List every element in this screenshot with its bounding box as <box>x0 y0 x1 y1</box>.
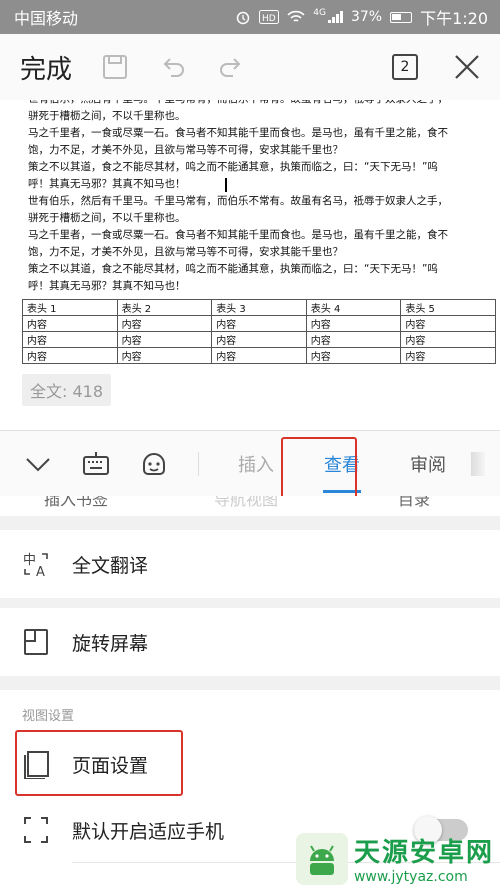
section-label-view-settings: 视图设置 <box>22 709 75 724</box>
translate-icon: 中A <box>20 548 52 580</box>
table-cell: 内容 <box>22 347 118 364</box>
done-button[interactable]: 完成 <box>20 49 72 86</box>
status-icons: HD 4G 37% 下午1:20 <box>235 5 488 29</box>
doc-line: 饱，力不足，才美不外见，且欲与常马等不可得，安求其能千里也？ <box>28 246 343 258</box>
page-setup-highlight <box>15 730 183 796</box>
doc-line: 策之不以其道，食之不能尽其材，鸣之而不能通其意，执策而临之，曰：“天下无马！”呜 <box>28 161 438 173</box>
android-logo-icon <box>295 832 348 885</box>
table-header-cell: 表头 4 <box>305 299 402 316</box>
menu-item-translate[interactable]: 中A 全文翻译 <box>0 530 500 598</box>
doc-line: 骈死于槽枥之间，不以千里称也。 <box>28 212 186 224</box>
table-cell: 内容 <box>211 315 307 332</box>
network-type: 4G <box>313 8 326 18</box>
wifi-icon <box>287 10 305 22</box>
table-cell: 内容 <box>116 347 213 364</box>
doc-line: 世有伯乐，然后有千里马。千里马常有，而伯乐不常有。故虽有名马，祗辱于奴隶人之手， <box>28 100 486 108</box>
table-row: 内容 内容 内容 内容 内容 <box>22 331 496 348</box>
undo-icon[interactable] <box>158 52 188 82</box>
rotate-screen-icon <box>20 626 52 658</box>
menu-label: 默认开启适应手机 <box>72 820 225 843</box>
toc-label: 目录 <box>398 496 431 509</box>
doc-line: 呼！其真无马邪？其真不知马也！ <box>28 280 186 292</box>
clock: 下午1:20 <box>420 9 488 28</box>
table-cell: 内容 <box>400 331 496 348</box>
watermark-title: 天源安卓网 <box>353 838 494 868</box>
table-cell: 内容 <box>400 347 496 364</box>
doc-line: 马之千里者，一食或尽粟一石。食马者不知其能千里而食也。是马也，虽有千里之能，食不 <box>28 229 448 241</box>
watermark-url: www.jytyaz.com <box>353 869 468 885</box>
svg-text:HD: HD <box>262 14 276 24</box>
table-cell: 内容 <box>22 331 118 348</box>
site-watermark: 天源安卓网 www.jytyaz.com <box>295 832 494 885</box>
redo-icon[interactable] <box>216 52 246 82</box>
insert-bookmark-label: 插入书签 <box>44 496 109 509</box>
keyboard-icon[interactable] <box>80 448 112 480</box>
text-cursor <box>225 178 227 192</box>
chevron-down-icon[interactable] <box>22 448 54 480</box>
doc-line: 马之千里者，一食或尽粟一石。食马者不知其能千里而食也。是马也，虽有千里之能，食不 <box>28 127 448 139</box>
tab-bar: 插入 查看 审阅 <box>0 430 500 496</box>
table-row: 内容 内容 内容 内容 内容 <box>22 347 496 364</box>
nav-view-label: 导航视图 <box>214 496 279 509</box>
svg-text:中: 中 <box>23 553 36 568</box>
word-count-badge: 全文: 418 <box>22 374 112 406</box>
status-bar: 中国移动 HD 4G 37% 下午1:20 <box>0 0 500 34</box>
document-content[interactable]: 世有伯乐，然后有千里马。千里马常有，而伯乐不常有。故虽有名马，祗辱于奴隶人之手，… <box>0 100 500 430</box>
table-row: 内容 内容 内容 内容 内容 <box>22 315 496 332</box>
table-header-cell: 表头 1 <box>22 299 118 316</box>
doc-line: 世有伯乐，然后有千里马。千里马常有，而伯乐不常有。故虽有名马，祗辱于奴隶人之手， <box>28 195 448 207</box>
doc-line: 呼！其真无马邪？其真不知马也！ <box>28 178 186 190</box>
tab-overflow-icon[interactable] <box>471 451 485 476</box>
battery-icon <box>390 11 413 23</box>
tab-review[interactable]: 审阅 <box>385 451 471 477</box>
doc-line: 策之不以其道，食之不能尽其材，鸣之而不能通其意，执策而临之，曰：“天下无马！”呜 <box>28 263 438 275</box>
hd-icon: HD <box>259 10 280 24</box>
table-header-cell: 表头 5 <box>400 299 496 316</box>
alarm-icon <box>236 11 250 25</box>
table-cell: 内容 <box>211 347 307 364</box>
scrolled-options-row: 插入书签 导航视图 目录 <box>0 496 500 516</box>
table-header-cell: 表头 3 <box>211 299 307 316</box>
fit-screen-icon <box>20 814 52 846</box>
menu-label: 全文翻译 <box>72 554 149 577</box>
table-cell: 内容 <box>305 347 402 364</box>
voice-assistant-icon[interactable] <box>138 448 170 480</box>
menu-item-rotate[interactable]: 旋转屏幕 <box>0 608 500 676</box>
watermark-text: 天源安卓网 www.jytyaz.com <box>354 832 494 885</box>
table-header-cell: 表头 2 <box>116 299 213 316</box>
page-count-button[interactable]: 2 <box>392 54 418 80</box>
table-cell: 内容 <box>211 331 307 348</box>
editor-toolbar: 完成 2 <box>0 34 500 100</box>
doc-line: 饱，力不足，才美不外见，且欲与常马等不可得，安求其能千里也？ <box>28 144 343 156</box>
doc-table[interactable]: 表头 1 表头 2 表头 3 表头 4 表头 5 内容 内容 内容 内容 内容 … <box>22 299 496 364</box>
save-icon[interactable] <box>100 52 130 82</box>
close-icon[interactable] <box>452 52 482 82</box>
tab-divider <box>198 451 199 476</box>
carrier-label: 中国移动 <box>14 9 79 28</box>
table-cell: 内容 <box>305 331 402 348</box>
battery-percent: 37% <box>350 9 383 25</box>
table-cell: 内容 <box>116 315 213 332</box>
table-cell: 内容 <box>116 331 213 348</box>
table-cell: 内容 <box>400 315 496 332</box>
doc-line: 骈死于槽枥之间，不以千里称也。 <box>28 110 186 122</box>
signal-icon <box>327 11 343 23</box>
svg-text:A: A <box>36 565 45 579</box>
table-header-row: 表头 1 表头 2 表头 3 表头 4 表头 5 <box>22 299 496 316</box>
table-cell: 内容 <box>22 315 118 332</box>
table-cell: 内容 <box>305 315 402 332</box>
menu-label: 旋转屏幕 <box>72 632 149 655</box>
